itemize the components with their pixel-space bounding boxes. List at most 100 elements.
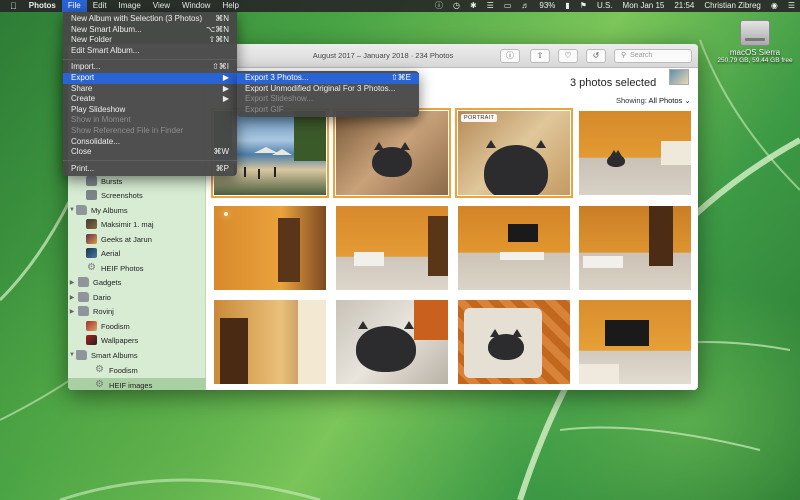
photo-thumbnail[interactable] (214, 206, 326, 290)
menu-item-edit-smart-album[interactable]: Edit Smart Album... (63, 46, 237, 57)
sidebar-item-aerial[interactable]: Aerial (68, 246, 206, 260)
rotate-button[interactable]: ↺ (586, 49, 606, 63)
apple-menu-icon[interactable]:  (0, 0, 23, 12)
photo-thumbnail[interactable] (336, 300, 448, 384)
photo-thumbnail[interactable] (458, 300, 570, 384)
menu-item-share[interactable]: Share ▶ (63, 84, 237, 95)
menu-help[interactable]: Help (216, 0, 244, 12)
sidebar-item-screenshots[interactable]: Screenshots (68, 188, 206, 202)
sidebar-item-geeks-at-jarun[interactable]: Geeks at Jarun (68, 232, 206, 246)
folder-icon (76, 205, 87, 215)
menu-item-play-slideshow[interactable]: Play Slideshow (63, 105, 237, 116)
bluetooth-icon[interactable]: ✱ (465, 0, 482, 12)
menu-item-close[interactable]: Close ⌘W (63, 147, 237, 158)
disclosure-right-icon[interactable]: ▶ (68, 279, 76, 286)
sidebar-item-gadgets[interactable]: ▶ Gadgets (68, 275, 206, 289)
status-area: ⓘ ◷ ✱ ☰ ▭ ♬ 93% ▮ ⚑ U.S. Mon Jan 15 21:5… (430, 0, 800, 12)
folder-icon (78, 306, 89, 316)
info-icon: ⓘ (506, 51, 514, 60)
menu-item-create[interactable]: Create ▶ (63, 94, 237, 105)
menu-window[interactable]: Window (176, 0, 216, 12)
menu-item-show-in-moment: Show in Moment (71, 115, 131, 125)
menu-item-new-album-with-selection[interactable]: New Album with Selection (3 Photos) ⌘N (63, 14, 237, 25)
favorite-button[interactable]: ♡ (558, 49, 578, 63)
menu-item-export-gif: Export GIF (245, 104, 284, 114)
disclosure-right-icon[interactable]: ▶ (68, 308, 76, 315)
date[interactable]: Mon Jan 15 (618, 0, 670, 12)
photo-thumbnail[interactable] (214, 300, 326, 384)
airplay-icon[interactable]: ▭ (499, 0, 517, 12)
album-thumbnail (86, 234, 97, 244)
siri-icon[interactable]: ◉ (766, 0, 783, 12)
info-button[interactable]: ⓘ (500, 49, 520, 63)
info-icon[interactable]: ⓘ (430, 0, 448, 12)
heart-icon: ♡ (564, 51, 572, 60)
sidebar-item-dario[interactable]: ▶ Dario (68, 290, 206, 304)
photo-thumbnail[interactable] (579, 300, 691, 384)
search-icon: ⚲ (621, 52, 627, 59)
sidebar-item-heif-images[interactable]: ⚙ HEIF images (68, 378, 206, 390)
album-thumbnail (86, 321, 97, 331)
user-name[interactable]: Christian Zibreg (699, 0, 765, 12)
drive-name: macOS Sierra (729, 48, 781, 57)
photo-thumbnail[interactable] (579, 111, 691, 195)
album-thumbnail (86, 248, 97, 258)
submenu-arrow-icon: ▶ (222, 72, 229, 82)
submenu-arrow-icon: ▶ (222, 94, 229, 104)
menu-item-export[interactable]: Export ▶ (63, 72, 237, 84)
input-source-flag-icon[interactable]: ⚑ (575, 0, 592, 12)
menu-edit[interactable]: Edit (87, 0, 113, 12)
menu-view[interactable]: View (147, 0, 176, 12)
photo-thumbnail[interactable] (579, 206, 691, 290)
share-icon: ⇧ (536, 51, 544, 60)
sidebar-item-smart-albums[interactable]: ▼ Smart Albums (68, 348, 206, 362)
menu-file[interactable]: File (61, 0, 87, 12)
gear-icon: ⚙ (87, 262, 96, 273)
sidebar-item-heif-photos[interactable]: ⚙ HEIF Photos (68, 261, 206, 275)
gear-icon: ⚙ (95, 379, 104, 390)
photo-thumbnail[interactable]: PORTRAIT (455, 108, 573, 198)
menu-item-new-smart-album[interactable]: New Smart Album... ⌥⌘N (63, 25, 237, 36)
input-source[interactable]: U.S. (592, 0, 618, 12)
sidebar-item-my-albums[interactable]: ▼ My Albums (68, 203, 206, 217)
gear-icon: ⚙ (95, 364, 104, 375)
selection-thumbnail (669, 69, 689, 85)
showing-label: Showing: (616, 96, 647, 105)
disclosure-down-icon[interactable]: ▼ (68, 352, 76, 358)
desktop-drive[interactable]: macOS Sierra 250.79 GB, 59.44 GB free (712, 20, 798, 64)
sidebar-item-rovinj[interactable]: ▶ Rovinj (68, 304, 206, 318)
battery-percentage[interactable]: 93% (534, 0, 560, 12)
search-placeholder: Search (630, 52, 653, 59)
clock[interactable]: 21:54 (669, 0, 699, 12)
menu-item-import[interactable]: Import... ⇧⌘I (63, 62, 237, 73)
menu-separator (63, 58, 237, 60)
menu-item-print[interactable]: Print... ⌘P (63, 164, 237, 175)
battery-icon[interactable]: ▮ (560, 0, 574, 12)
photo-thumbnail[interactable] (458, 206, 570, 290)
showing-filter[interactable]: Showing: All Photos ⌄ (616, 96, 691, 105)
search-field[interactable]: ⚲ Search (614, 49, 692, 63)
menu-item-new-folder[interactable]: New Folder ⇧⌘N (63, 35, 237, 46)
menu-item-export-photos[interactable]: Export 3 Photos... ⇧⌘E (237, 73, 419, 84)
menu-image[interactable]: Image (113, 0, 147, 12)
wifi-icon[interactable]: ☰ (482, 0, 499, 12)
time-machine-icon[interactable]: ◷ (448, 0, 465, 12)
photo-thumbnail[interactable] (336, 206, 448, 290)
menu-photos[interactable]: Photos (23, 0, 62, 12)
drive-free-space: 250.79 GB, 59.44 GB free (717, 57, 793, 64)
sidebar-item-foodism-album[interactable]: Foodism (68, 319, 206, 333)
disclosure-right-icon[interactable]: ▶ (68, 294, 76, 301)
share-button[interactable]: ⇧ (530, 49, 550, 63)
sidebar-item-wallpapers[interactable]: Wallpapers (68, 333, 206, 347)
folder-icon (76, 350, 87, 360)
sidebar-item-maksimir[interactable]: Maksimir 1. maj (68, 217, 206, 231)
sidebar-item-foodism-smart[interactable]: ⚙ Foodism (68, 363, 206, 377)
menu-item-consolidate[interactable]: Consolidate... (63, 137, 237, 148)
menu-item-export-unmodified-original[interactable]: Export Unmodified Original For 3 Photos.… (237, 84, 419, 95)
sidebar-item-bursts[interactable]: Bursts (68, 174, 206, 188)
disclosure-down-icon[interactable]: ▼ (68, 207, 76, 213)
notification-center-icon[interactable]: ☰ (783, 0, 800, 12)
volume-icon[interactable]: ♬ (516, 0, 534, 12)
photo-thumbnail[interactable] (333, 108, 451, 198)
menu-bar:  Photos File Edit Image View Window Hel… (0, 0, 800, 12)
